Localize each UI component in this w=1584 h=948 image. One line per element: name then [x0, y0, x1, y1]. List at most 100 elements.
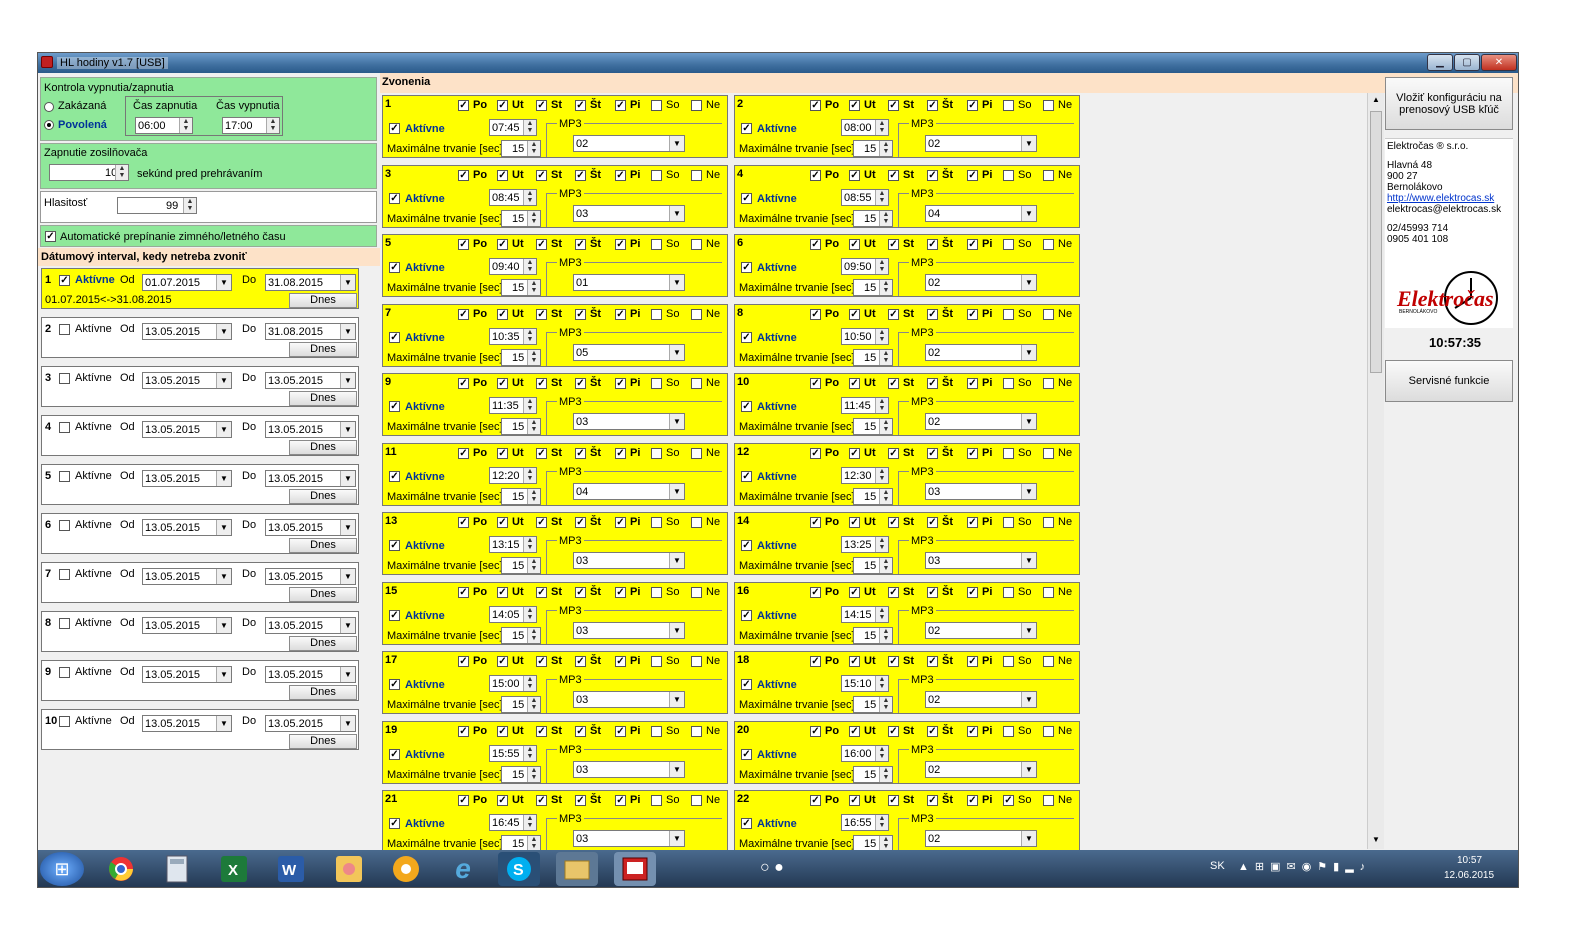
- day-checkbox[interactable]: ✓: [458, 308, 469, 320]
- day-checkbox[interactable]: ✓: [575, 795, 586, 806]
- dst-checkbox[interactable]: ✓: [45, 231, 56, 242]
- day-checkbox[interactable]: ✓: [967, 795, 978, 806]
- bell-time-spinner[interactable]: 16:55 ▲ ▼: [841, 814, 889, 831]
- day-checkbox[interactable]: ✓: [967, 725, 978, 737]
- duration-spinner[interactable]: 15 ▲ ▼: [501, 765, 541, 783]
- day-checkbox[interactable]: [651, 378, 662, 389]
- date-active-checkbox[interactable]: [59, 667, 70, 678]
- day-checkbox[interactable]: ✓: [849, 656, 860, 667]
- day-checkbox[interactable]: ✓: [458, 795, 469, 806]
- day-checkbox[interactable]: ✓: [849, 725, 860, 737]
- day-checkbox[interactable]: ✓: [849, 100, 860, 111]
- mp3-select[interactable]: 02 ▼: [925, 621, 1037, 639]
- day-checkbox[interactable]: ✓: [497, 656, 508, 667]
- day-checkbox[interactable]: ✓: [927, 447, 938, 459]
- company-url-link[interactable]: http://www.elektrocas.sk: [1387, 193, 1511, 204]
- day-checkbox[interactable]: ✓: [849, 795, 860, 806]
- day-checkbox[interactable]: ✓: [849, 239, 860, 250]
- day-checkbox[interactable]: [651, 517, 662, 528]
- day-checkbox[interactable]: [691, 100, 702, 111]
- day-checkbox[interactable]: ✓: [967, 447, 978, 459]
- day-checkbox[interactable]: ✓: [575, 100, 586, 111]
- day-checkbox[interactable]: [691, 447, 702, 459]
- mp3-select[interactable]: 03 ▼: [925, 552, 1037, 569]
- bell-time-spinner[interactable]: 09:50 ▲ ▼: [841, 258, 889, 275]
- day-checkbox[interactable]: [691, 517, 702, 528]
- duration-spinner[interactable]: 15 ▲ ▼: [853, 487, 893, 505]
- day-checkbox[interactable]: [651, 169, 662, 181]
- day-checkbox[interactable]: [1043, 656, 1054, 667]
- mp3-select[interactable]: 03 ▼: [925, 482, 1037, 500]
- bell-time-spinner[interactable]: 16:00 ▲ ▼: [841, 744, 889, 762]
- bell-time-spinner[interactable]: 10:50 ▲ ▼: [841, 327, 889, 345]
- day-checkbox[interactable]: ✓: [1003, 795, 1014, 806]
- day-checkbox[interactable]: [1003, 378, 1014, 389]
- skype-icon[interactable]: S: [498, 852, 540, 886]
- mp3-select[interactable]: 04 ▼: [573, 482, 685, 500]
- bell-time-spinner[interactable]: 07:45 ▲ ▼: [489, 119, 537, 136]
- day-checkbox[interactable]: ✓: [615, 169, 626, 181]
- day-checkbox[interactable]: [1043, 308, 1054, 320]
- duration-spinner[interactable]: 15 ▲ ▼: [501, 348, 541, 366]
- day-checkbox[interactable]: ✓: [497, 517, 508, 528]
- day-checkbox[interactable]: [1043, 239, 1054, 250]
- today-button[interactable]: Dnes: [289, 293, 357, 308]
- on-time-spinner[interactable]: 06:00 ▲ ▼: [135, 117, 193, 134]
- date-to-picker[interactable]: 13.05.2015 ▼: [265, 568, 356, 585]
- day-checkbox[interactable]: [1003, 169, 1014, 181]
- day-checkbox[interactable]: [1003, 100, 1014, 111]
- duration-spinner[interactable]: 15 ▲ ▼: [853, 835, 893, 850]
- mp3-select[interactable]: 03 ▼: [573, 830, 685, 847]
- bell-time-spinner[interactable]: 11:35 ▲ ▼: [489, 397, 537, 414]
- today-button[interactable]: Dnes: [289, 440, 357, 455]
- bell-active-checkbox[interactable]: ✓: [741, 192, 752, 204]
- day-checkbox[interactable]: ✓: [810, 517, 821, 528]
- day-checkbox[interactable]: ✓: [810, 795, 821, 806]
- today-button[interactable]: Dnes: [289, 734, 357, 749]
- day-checkbox[interactable]: ✓: [497, 378, 508, 389]
- day-checkbox[interactable]: [1003, 725, 1014, 737]
- day-checkbox[interactable]: ✓: [967, 517, 978, 528]
- bell-time-spinner[interactable]: 16:45 ▲ ▼: [489, 814, 537, 831]
- bell-active-checkbox[interactable]: ✓: [389, 123, 400, 134]
- duration-spinner[interactable]: 15 ▲ ▼: [853, 696, 893, 713]
- day-checkbox[interactable]: ✓: [967, 100, 978, 111]
- day-checkbox[interactable]: ✓: [458, 586, 469, 598]
- day-checkbox[interactable]: ✓: [927, 656, 938, 667]
- date-from-picker[interactable]: 13.05.2015 ▼: [142, 617, 232, 634]
- day-checkbox[interactable]: ✓: [615, 656, 626, 667]
- day-checkbox[interactable]: ✓: [497, 586, 508, 598]
- mp3-select[interactable]: 02 ▼: [925, 760, 1037, 778]
- bell-time-spinner[interactable]: 15:00 ▲ ▼: [489, 675, 537, 692]
- duration-spinner[interactable]: 15 ▲ ▼: [853, 348, 893, 366]
- scrollbar[interactable]: ▲ ▼: [1367, 93, 1384, 849]
- day-checkbox[interactable]: ✓: [810, 100, 821, 111]
- day-checkbox[interactable]: ✓: [615, 447, 626, 459]
- day-checkbox[interactable]: ✓: [888, 586, 899, 598]
- day-checkbox[interactable]: ✓: [536, 725, 547, 737]
- minimize-button[interactable]: ▁: [1427, 54, 1453, 71]
- day-checkbox[interactable]: ✓: [575, 169, 586, 181]
- date-from-picker[interactable]: 13.05.2015 ▼: [142, 421, 232, 438]
- tray-icons[interactable]: ▲⊞▣✉◉⚑▮▂♪: [1238, 860, 1371, 873]
- day-checkbox[interactable]: ✓: [497, 169, 508, 181]
- bell-time-spinner[interactable]: 13:15 ▲ ▼: [489, 536, 537, 553]
- bell-active-checkbox[interactable]: ✓: [389, 331, 400, 343]
- day-checkbox[interactable]: ✓: [615, 239, 626, 250]
- date-to-picker[interactable]: 13.05.2015 ▼: [265, 715, 356, 732]
- calculator-icon[interactable]: [156, 852, 198, 886]
- tray-date[interactable]: 12.06.2015: [1444, 870, 1494, 881]
- date-to-picker[interactable]: 13.05.2015 ▼: [265, 519, 356, 536]
- mp3-select[interactable]: 02 ▼: [925, 274, 1037, 291]
- day-checkbox[interactable]: [1043, 795, 1054, 806]
- day-checkbox[interactable]: ✓: [458, 517, 469, 528]
- today-button[interactable]: Dnes: [289, 636, 357, 651]
- date-to-picker[interactable]: 13.05.2015 ▼: [265, 372, 356, 389]
- mp3-select[interactable]: 02 ▼: [925, 343, 1037, 361]
- excel-icon[interactable]: X: [213, 852, 255, 886]
- date-to-picker[interactable]: 13.05.2015 ▼: [265, 421, 356, 438]
- ie-icon[interactable]: e: [442, 852, 484, 886]
- day-checkbox[interactable]: ✓: [575, 308, 586, 320]
- bell-active-checkbox[interactable]: ✓: [389, 818, 400, 829]
- day-checkbox[interactable]: ✓: [888, 656, 899, 667]
